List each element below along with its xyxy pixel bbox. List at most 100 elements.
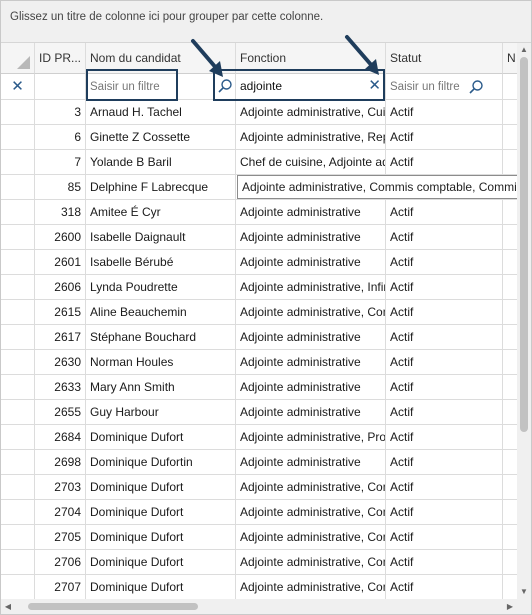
cell-statut[interactable]: Actif bbox=[386, 375, 503, 400]
column-header-statut[interactable]: Statut bbox=[386, 43, 503, 74]
cell-fonction[interactable]: Adjointe administrative bbox=[236, 225, 386, 250]
table-row[interactable]: 2655 Guy Harbour Adjointe administrative Ac… bbox=[1, 400, 517, 425]
cell-nom[interactable]: Isabelle Bérubé bbox=[86, 250, 236, 275]
cell-nom[interactable]: Yolande B Baril bbox=[86, 150, 236, 175]
cell-nom[interactable]: Ginette Z Cossette bbox=[86, 125, 236, 150]
table-row[interactable]: 2698 Dominique Dufortin Adjointe administr… bbox=[1, 450, 517, 475]
cell-id[interactable]: 2630 bbox=[35, 350, 86, 375]
cell-fonction[interactable]: Adjointe administrative, Pro... bbox=[236, 425, 386, 450]
table-row[interactable]: 2707 Dominique Dufort Adjointe administrat… bbox=[1, 575, 517, 599]
row-indicator[interactable] bbox=[1, 575, 35, 599]
cell-fonction[interactable]: Adjointe administrative bbox=[236, 200, 386, 225]
cell-fonction[interactable]: Chef de cuisine, Adjointe ad... bbox=[236, 150, 386, 175]
row-indicator[interactable] bbox=[1, 200, 35, 225]
cell-id[interactable]: 2684 bbox=[35, 425, 86, 450]
cell-n[interactable] bbox=[503, 500, 517, 525]
row-indicator[interactable] bbox=[1, 325, 35, 350]
cell-statut[interactable]: Actif bbox=[386, 475, 503, 500]
cell-nom[interactable]: Norman Houles bbox=[86, 350, 236, 375]
cell-nom[interactable]: Dominique Dufort bbox=[86, 475, 236, 500]
clear-all-filters-button[interactable]: ✕ bbox=[1, 74, 35, 100]
cell-n[interactable] bbox=[503, 300, 517, 325]
cell-n[interactable] bbox=[503, 575, 517, 599]
cell-id[interactable]: 2698 bbox=[35, 450, 86, 475]
cell-n[interactable] bbox=[503, 150, 517, 175]
row-indicator[interactable] bbox=[1, 400, 35, 425]
cell-id[interactable]: 2655 bbox=[35, 400, 86, 425]
table-row[interactable]: 318 Amitee É Cyr Adjointe administrative Ac… bbox=[1, 200, 517, 225]
search-icon[interactable] bbox=[468, 79, 484, 95]
cell-id[interactable]: 2707 bbox=[35, 575, 86, 599]
cell-id[interactable]: 2615 bbox=[35, 300, 86, 325]
table-row[interactable]: 2704 Dominique Dufort Adjointe administrat… bbox=[1, 500, 517, 525]
cell-fonction[interactable]: Adjointe administrative, Rep... bbox=[236, 125, 386, 150]
cell-n[interactable] bbox=[503, 525, 517, 550]
cell-fonction[interactable]: Adjointe administrative bbox=[236, 350, 386, 375]
cell-statut[interactable]: Actif bbox=[386, 575, 503, 599]
cell-fonction[interactable]: Adjointe administrative bbox=[236, 375, 386, 400]
row-indicator[interactable] bbox=[1, 250, 35, 275]
cell-nom[interactable]: Mary Ann Smith bbox=[86, 375, 236, 400]
cell-statut[interactable]: Actif bbox=[386, 225, 503, 250]
table-row[interactable]: 2630 Norman Houles Adjointe administrative… bbox=[1, 350, 517, 375]
row-indicator[interactable] bbox=[1, 125, 35, 150]
row-indicator[interactable] bbox=[1, 550, 35, 575]
table-row[interactable]: 2705 Dominique Dufort Adjointe administrat… bbox=[1, 525, 517, 550]
cell-nom[interactable]: Lynda Poudrette bbox=[86, 275, 236, 300]
cell-id[interactable]: 2633 bbox=[35, 375, 86, 400]
cell-statut[interactable]: Actif bbox=[386, 525, 503, 550]
table-row[interactable]: 3 Arnaud H. Tachel Adjointe administrative… bbox=[1, 100, 517, 125]
cell-id[interactable]: 2606 bbox=[35, 275, 86, 300]
cell-fonction[interactable]: Adjointe administrative, Com... bbox=[236, 500, 386, 525]
scroll-left-icon[interactable]: ◀ bbox=[1, 599, 15, 614]
cell-n[interactable] bbox=[503, 225, 517, 250]
cell-fonction[interactable]: Adjointe administrative bbox=[236, 325, 386, 350]
row-indicator[interactable] bbox=[1, 350, 35, 375]
row-indicator[interactable] bbox=[1, 375, 35, 400]
row-indicator[interactable] bbox=[1, 300, 35, 325]
scroll-down-icon[interactable]: ▼ bbox=[517, 585, 531, 599]
group-by-panel[interactable]: Glissez un titre de colonne ici pour gro… bbox=[1, 1, 531, 43]
cell-statut[interactable]: Actif bbox=[386, 100, 503, 125]
cell-id[interactable]: 6 bbox=[35, 125, 86, 150]
cell-n[interactable] bbox=[503, 450, 517, 475]
cell-fonction[interactable]: Adjointe administrative bbox=[236, 400, 386, 425]
cell-nom[interactable]: Dominique Dufort bbox=[86, 425, 236, 450]
cell-fonction[interactable]: Adjointe administrative, Com... bbox=[236, 300, 386, 325]
table-row[interactable]: 2600 Isabelle Daignault Adjointe administr… bbox=[1, 225, 517, 250]
cell-id[interactable]: 3 bbox=[35, 100, 86, 125]
clear-filter-fonction-button[interactable]: ✕ bbox=[368, 76, 381, 96]
filter-statut-input[interactable]: Saisir un filtre bbox=[386, 74, 503, 100]
column-header-n[interactable]: N bbox=[503, 43, 517, 74]
cell-n[interactable] bbox=[503, 550, 517, 575]
cell-n[interactable] bbox=[503, 200, 517, 225]
cell-nom[interactable]: Delphine F Labrecque bbox=[86, 175, 236, 200]
table-row[interactable]: 7 Yolande B Baril Chef de cuisine, Adjoint… bbox=[1, 150, 517, 175]
cell-fonction[interactable]: Adjointe administrative, Com... bbox=[236, 575, 386, 599]
cell-statut[interactable]: Actif bbox=[386, 325, 503, 350]
cell-statut[interactable]: Actif bbox=[386, 400, 503, 425]
horizontal-scrollbar[interactable]: ◀ ▶ bbox=[1, 599, 517, 614]
vertical-scroll-thumb[interactable] bbox=[520, 57, 528, 432]
row-indicator[interactable] bbox=[1, 500, 35, 525]
cell-n[interactable] bbox=[503, 375, 517, 400]
cell-id[interactable]: 2704 bbox=[35, 500, 86, 525]
cell-statut[interactable]: Actif bbox=[386, 550, 503, 575]
table-row[interactable]: 2706 Dominique Dufort Adjointe administrat… bbox=[1, 550, 517, 575]
cell-nom[interactable]: Dominique Dufortin bbox=[86, 450, 236, 475]
row-indicator[interactable] bbox=[1, 475, 35, 500]
cell-nom[interactable]: Amitee É Cyr bbox=[86, 200, 236, 225]
vertical-scrollbar[interactable]: ▲ ▼ bbox=[517, 43, 531, 599]
cell-n[interactable] bbox=[503, 125, 517, 150]
cell-statut[interactable]: Actif bbox=[386, 275, 503, 300]
cell-nom[interactable]: Dominique Dufort bbox=[86, 525, 236, 550]
cell-fonction[interactable]: Adjointe administrative, Com... bbox=[236, 550, 386, 575]
table-row[interactable]: 2601 Isabelle Bérubé Adjointe administrati… bbox=[1, 250, 517, 275]
cell-statut[interactable]: Actif bbox=[386, 450, 503, 475]
cell-statut[interactable]: Actif bbox=[386, 300, 503, 325]
table-row[interactable]: 2606 Lynda Poudrette Adjointe administrati… bbox=[1, 275, 517, 300]
cell-id[interactable]: 2617 bbox=[35, 325, 86, 350]
cell-n[interactable] bbox=[503, 325, 517, 350]
scroll-up-icon[interactable]: ▲ bbox=[517, 43, 531, 57]
row-indicator[interactable] bbox=[1, 150, 35, 175]
